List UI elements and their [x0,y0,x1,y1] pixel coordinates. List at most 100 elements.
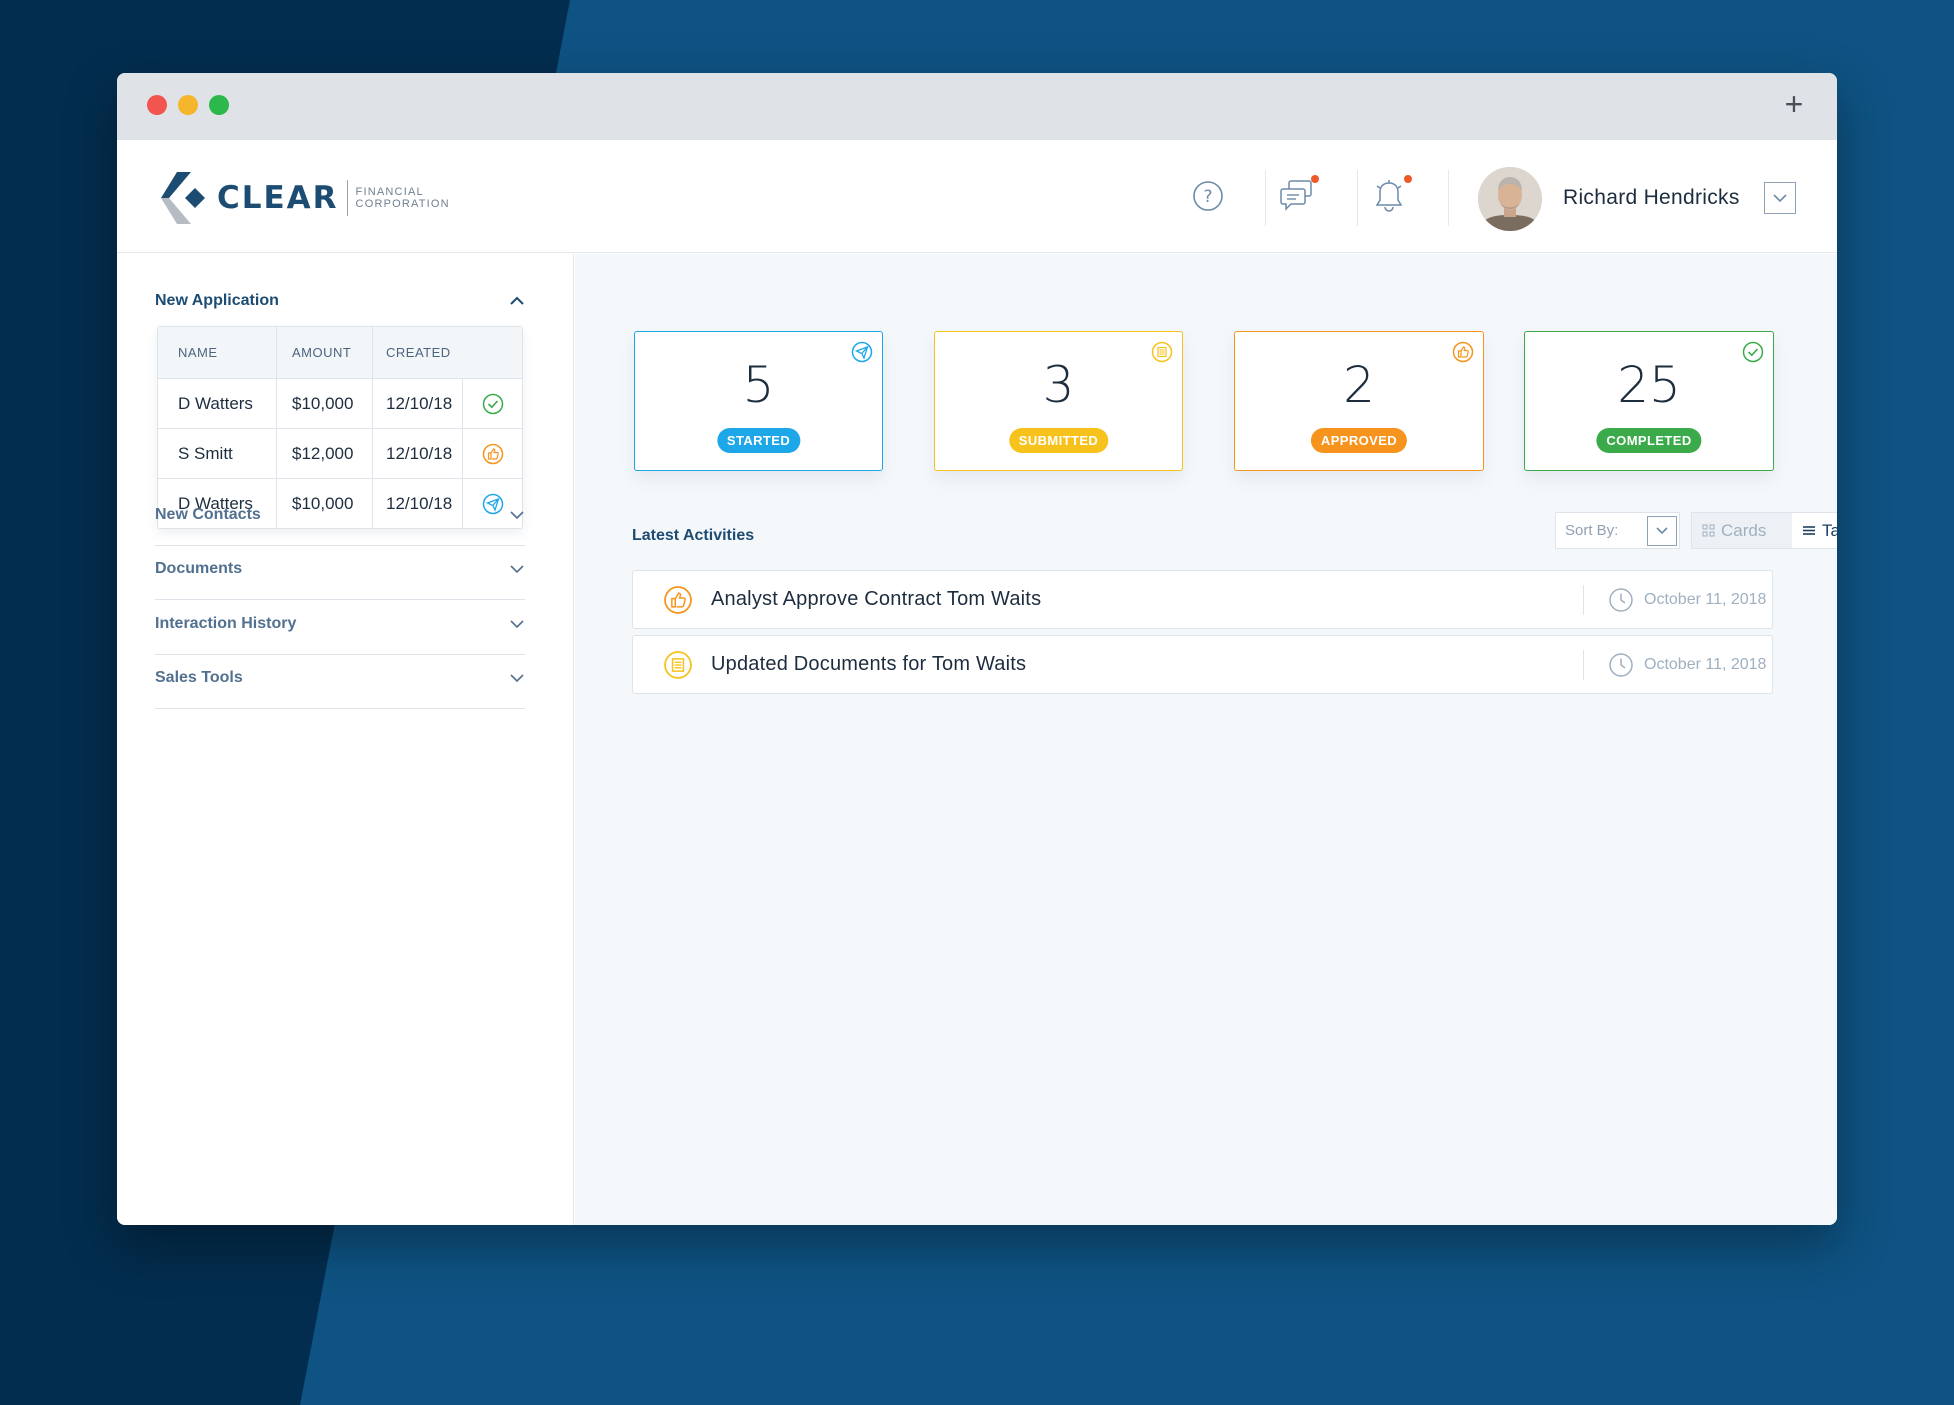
section-divider [155,599,525,600]
section-divider [155,654,525,655]
header-divider [1265,170,1266,226]
new-tab-button[interactable]: + [1779,88,1809,120]
sort-by-label: Sort By: [1565,522,1619,539]
table-header-row: NAME AMOUNT CREATED [158,327,522,378]
logo-mark-icon [161,172,205,224]
app-header: CLEAR FINANCIAL CORPORATION ? Richard He… [117,140,1837,253]
main-content: 5 STARTED 3 SUBMITTED 2 APPROVED 25 COMP… [575,254,1837,1225]
logo-subtitle-line-1: FINANCIAL [355,186,424,198]
column-header-status [463,327,522,378]
user-menu-dropdown[interactable] [1764,182,1796,214]
section-sales-tools[interactable]: Sales Tools [155,669,525,687]
status-badge: STARTED [716,428,801,453]
stat-value: 3 [1042,356,1075,414]
stat-card-approved[interactable]: 2 APPROVED [1234,331,1484,471]
chevron-down-icon [1773,194,1787,203]
view-cards-button[interactable]: Cards [1692,513,1792,548]
section-label: Interaction History [155,615,297,632]
row-amount: $10,000 [277,379,373,428]
chevron-down-icon [1656,527,1668,535]
help-icon[interactable]: ? [1187,175,1229,217]
section-new-contacts[interactable]: New Contacts [155,506,525,524]
stat-card-completed[interactable]: 25 COMPLETED [1524,331,1774,471]
thumbs-up-icon [482,443,503,464]
minimize-window-button[interactable] [178,95,198,115]
logo[interactable]: CLEAR FINANCIAL CORPORATION [155,168,450,228]
sort-dropdown-toggle[interactable] [1647,515,1677,546]
check-circle-icon [482,393,503,414]
logo-subtitle-line-2: CORPORATION [355,198,450,210]
activity-item[interactable]: Updated Documents for Tom Waits October … [632,635,1773,694]
section-divider [155,708,525,709]
stat-card-started[interactable]: 5 STARTED [634,331,883,471]
app-window: + CLEAR FINANCIAL CORPORATION ? Richard … [117,73,1837,1225]
chevron-down-icon [510,620,524,629]
section-divider [155,545,525,546]
view-toggle: Cards Table [1691,512,1837,549]
column-header-amount[interactable]: AMOUNT [277,327,373,378]
header-divider [1357,170,1358,226]
logo-subtitle: FINANCIAL CORPORATION [356,186,450,210]
row-status [463,429,522,478]
notifications-bell-icon[interactable] [1368,175,1412,217]
new-application-header[interactable]: New Application [155,292,525,310]
row-created: 12/10/18 [373,379,463,428]
section-label: Sales Tools [155,669,243,686]
sidebar: New Application NAME AMOUNT CREATED D Wa… [117,254,574,1225]
clock-icon [1609,652,1633,677]
row-created: 12/10/18 [373,429,463,478]
close-window-button[interactable] [147,95,167,115]
section-documents[interactable]: Documents [155,560,525,578]
status-badge: SUBMITTED [1008,428,1109,453]
user-name[interactable]: Richard Hendricks [1563,186,1740,210]
section-label: New Contacts [155,506,261,523]
status-badge: APPROVED [1310,428,1408,453]
logo-divider [346,180,348,216]
row-name: S Smitt [158,429,277,478]
maximize-window-button[interactable] [209,95,229,115]
new-application-table: NAME AMOUNT CREATED D Watters $10,000 12… [157,326,523,529]
stat-card-submitted[interactable]: 3 SUBMITTED [934,331,1183,471]
row-amount: $12,000 [277,429,373,478]
chevron-up-icon[interactable] [509,296,525,306]
clock-icon [1609,587,1633,612]
view-table-label: Table [1822,520,1837,540]
view-table-button[interactable]: Table [1792,513,1837,548]
row-status [463,379,522,428]
column-header-name[interactable]: NAME [158,327,277,378]
table-row[interactable]: D Watters $10,000 12/10/18 [158,378,522,428]
alerts-notification-dot [1404,175,1412,183]
document-icon [664,650,692,679]
activity-date: October 11, 2018 [1644,590,1767,608]
latest-activities-title: Latest Activities [632,527,755,544]
activity-divider [1583,584,1584,615]
new-application-title: New Application [155,292,279,309]
section-interaction-history[interactable]: Interaction History [155,615,525,633]
sort-by-dropdown[interactable]: Sort By: [1555,512,1680,549]
logo-wordmark: CLEAR [217,180,339,216]
view-cards-label: Cards [1721,520,1767,540]
table-row[interactable]: S Smitt $12,000 12/10/18 [158,428,522,478]
grid-icon [1702,524,1715,537]
messages-notification-dot [1311,175,1319,183]
activity-date: October 11, 2018 [1644,655,1767,673]
messages-icon[interactable] [1277,175,1319,217]
row-name: D Watters [158,379,277,428]
chevron-down-icon [510,511,524,520]
thumbs-up-icon [664,585,692,614]
svg-text:?: ? [1203,187,1212,207]
list-icon [1803,526,1815,535]
avatar[interactable] [1478,167,1542,231]
chevron-down-icon [510,674,524,683]
stat-value: 25 [1617,356,1681,414]
chevron-down-icon [510,565,524,574]
activity-text: Updated Documents for Tom Waits [711,653,1027,675]
activity-text: Analyst Approve Contract Tom Waits [711,588,1042,610]
status-badge: COMPLETED [1596,428,1702,453]
stat-value: 2 [1343,356,1375,414]
column-header-created[interactable]: CREATED [373,327,463,378]
section-label: Documents [155,560,243,577]
activity-item[interactable]: Analyst Approve Contract Tom Waits Octob… [632,570,1773,629]
window-titlebar: + [117,73,1837,140]
activity-divider [1583,649,1584,680]
